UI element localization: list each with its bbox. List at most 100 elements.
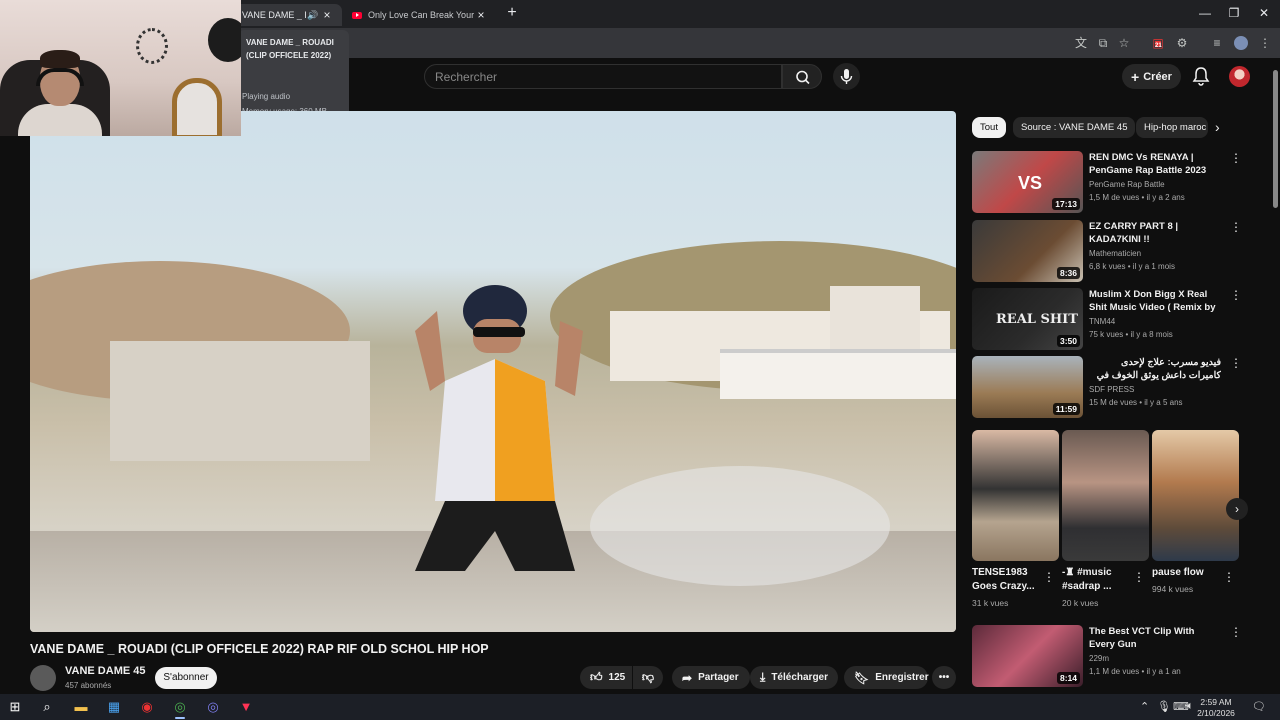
recommendation-item[interactable]: 11:59 فيديو مسرب: علاج لإحدى كاميرات داع… [972, 356, 1252, 418]
thumb-logo-text: REAL SHIT [996, 312, 1078, 327]
recommendation-item[interactable]: VS 17:13 REN DMC Vs RENAYA | PenGame Rap… [972, 151, 1252, 213]
more-options-icon[interactable]: ⋮ [1133, 570, 1145, 584]
search-icon[interactable]: ⌕ [38, 698, 56, 716]
windows-start-icon[interactable]: ⊞ [6, 698, 24, 716]
youtube-favicon-icon [352, 11, 362, 19]
like-button[interactable]: 👍︎ 125 [580, 666, 632, 689]
file-explorer-icon[interactable]: ▬ [72, 698, 90, 716]
cast-icon[interactable]: ⧉ [1096, 36, 1110, 50]
rec-title: REN DMC Vs RENAYA | PenGame Rap Battle 2… [1089, 152, 1207, 176]
video-duration: 8:36 [1056, 267, 1080, 279]
search-button[interactable] [782, 64, 822, 89]
shorts-next-button[interactable]: › [1226, 498, 1248, 520]
chevron-right-icon[interactable]: › [1215, 119, 1220, 135]
more-options-icon[interactable]: ⋮ [1223, 570, 1235, 584]
more-options-icon[interactable]: ⋮ [1230, 220, 1242, 234]
share-label: Partager [698, 672, 739, 683]
video-thumbnail[interactable]: REAL SHIT 3:50 [972, 288, 1083, 350]
download-button[interactable]: ⤓ Télécharger [750, 666, 838, 689]
voice-search-button[interactable] [833, 63, 860, 90]
scrollbar-thumb[interactable] [1273, 70, 1278, 208]
more-options-icon[interactable]: ⋮ [1230, 625, 1242, 639]
clock-date: 2/10/2026 [1197, 708, 1235, 718]
video-arcade [720, 349, 956, 399]
video-duration: 11:59 [1052, 403, 1080, 415]
microphone-tray-icon[interactable]: 🎙︎ [1157, 700, 1171, 713]
short-title[interactable]: TENSE1983 Goes Crazy... [972, 566, 1044, 594]
taskbar-clock[interactable]: 2:59 AM 2/10/2026 [1196, 697, 1236, 719]
close-tab-icon[interactable]: × [474, 8, 488, 22]
extension-badge-count: 21 [1155, 43, 1162, 49]
chip-source[interactable]: Source : VANE DAME 45 [1013, 117, 1136, 138]
chrome-icon[interactable]: ◎ [171, 698, 189, 716]
subscribe-button[interactable]: S'abonner [155, 667, 217, 689]
minimize-button[interactable]: — [1190, 6, 1220, 20]
tab-inactive[interactable]: Only Love Can Break Your Heart × [344, 4, 496, 26]
share-button[interactable]: ➦ Partager [672, 666, 750, 689]
more-options-icon[interactable]: ⋮ [1230, 288, 1242, 302]
recommendation-item[interactable]: REAL SHIT 3:50 Muslim X Don Bigg X Real … [972, 288, 1252, 350]
recommendation-item[interactable]: 8:36 EZ CARRY PART 8 | KADA7KINI !! Math… [972, 220, 1252, 282]
channel-name[interactable]: VANE DAME 45 [65, 665, 145, 677]
notification-center-icon[interactable]: 🗨︎ [1252, 700, 1266, 713]
video-editor-icon[interactable]: ▼ [237, 698, 255, 716]
video-thumbnail[interactable]: 8:36 [972, 220, 1083, 282]
short-views: 994 k vues [1152, 584, 1194, 594]
store-icon[interactable]: ▦ [105, 698, 123, 716]
short-thumbnail[interactable] [972, 430, 1059, 561]
screen: VANE DAME _ ROUADI (CLIP OFFICELE 2022) … [0, 0, 1280, 720]
rec-title: فيديو مسرب: علاج لإحدى كاميرات داعش يوثق… [1096, 357, 1221, 384]
speaker-icon[interactable]: 🔊 [306, 8, 320, 22]
subscriber-count: 457 abonnés [65, 681, 112, 690]
bookmark-star-icon[interactable]: ☆ [1117, 36, 1131, 50]
tray-chevron-icon[interactable]: ⌃ [1140, 700, 1149, 713]
short-title[interactable]: -♜ #music #sadrap ... [1062, 566, 1134, 594]
extensions-icon[interactable]: ⚙ [1175, 36, 1189, 50]
share-arrow-icon: ➦ [682, 670, 693, 685]
notifications-bell-icon[interactable] [1192, 66, 1210, 86]
more-options-icon[interactable]: ⋮ [1043, 570, 1055, 584]
windows-taskbar: ⊞ ⌕ ▬ ▦ ◉ ◎ ◎ ▼ ⌃ 🎙︎ ⌨ 🔈︎ 2:59 AM 2/10/2… [0, 694, 1280, 720]
media-controls-icon[interactable]: ≡ [1210, 36, 1224, 50]
user-avatar[interactable] [1229, 66, 1250, 87]
create-button[interactable]: + Créer [1122, 64, 1181, 89]
new-tab-button[interactable]: + [504, 4, 520, 22]
video-thumbnail[interactable]: 11:59 [972, 356, 1083, 418]
record-app-icon[interactable]: ◉ [138, 698, 156, 716]
save-label: Enregistrer [875, 672, 929, 683]
short-views: 31 k vues [972, 598, 1009, 608]
chip-hiphop[interactable]: Hip-hop maroc [1136, 117, 1208, 138]
dislike-button[interactable]: 👎︎ [633, 666, 663, 689]
profile-icon[interactable] [1234, 36, 1248, 50]
menu-kebab-icon[interactable]: ⋮ [1258, 36, 1272, 50]
recommendation-item[interactable]: 8:14 The Best VCT Clip With Every Gun 22… [972, 625, 1252, 687]
search-input[interactable]: Rechercher [424, 64, 782, 89]
video-title: VANE DAME _ ROUADI (CLIP OFFICELE 2022) … [30, 642, 489, 656]
rec-channel: Mathematicien [1089, 249, 1142, 258]
active-app-indicator [175, 717, 185, 719]
channel-avatar[interactable] [30, 665, 56, 691]
video-thumbnail[interactable]: 8:14 [972, 625, 1083, 687]
restore-button[interactable]: ❐ [1219, 6, 1249, 20]
short-title[interactable]: pause flow [1152, 566, 1224, 580]
more-actions-button[interactable]: ••• [932, 666, 956, 689]
close-window-button[interactable]: ✕ [1249, 6, 1279, 20]
short-thumbnail[interactable] [1062, 430, 1149, 561]
volume-icon[interactable]: 🔈︎ [1187, 700, 1194, 713]
video-duration: 8:14 [1056, 672, 1080, 684]
chrome-profile-icon[interactable]: ◎ [204, 698, 222, 716]
chip-all[interactable]: Tout [972, 117, 1006, 138]
download-icon: ⤓ [760, 670, 766, 684]
video-duration: 3:50 [1056, 335, 1080, 347]
more-options-icon[interactable]: ⋮ [1230, 151, 1242, 165]
save-button[interactable]: 🔖︎ Enregistrer [844, 666, 929, 689]
video-thumbnail[interactable]: VS 17:13 [972, 151, 1083, 213]
translate-icon[interactable]: 文 [1074, 36, 1088, 50]
short-thumbnail[interactable] [1152, 430, 1239, 561]
video-player[interactable] [30, 111, 956, 632]
create-label: Créer [1143, 70, 1172, 83]
tab-active[interactable]: VANE DAME _ ROUADI (CLIP OFFICELE 2022) … [234, 4, 342, 26]
close-tab-icon[interactable]: × [320, 8, 334, 22]
more-options-icon[interactable]: ⋮ [1230, 356, 1242, 370]
video-smoke [590, 466, 890, 586]
